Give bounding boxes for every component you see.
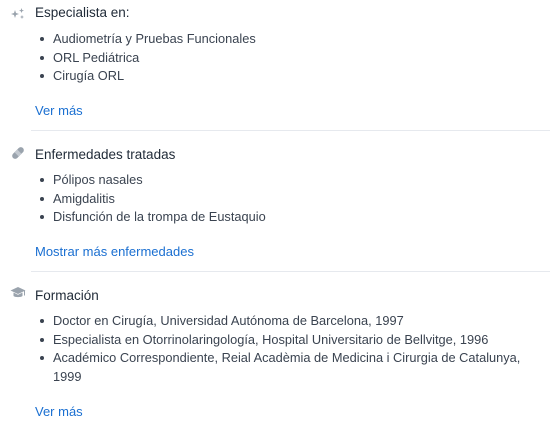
list-item: Pólipos nasales (39, 171, 547, 190)
show-more-diseases-link[interactable]: Mostrar más enfermedades (35, 244, 194, 259)
doctor-profile-details: Especialista en: Audiometría y Pruebas F… (0, 0, 550, 423)
list-item: Doctor en Cirugía, Universidad Autónoma … (39, 312, 547, 331)
specialties-list: Audiometría y Pruebas Funcionales ORL Pe… (39, 30, 547, 86)
list-item: Disfunción de la trompa de Eustaquio (39, 208, 547, 227)
list-item: Especialista en Otorrinolaringología, Ho… (39, 331, 547, 350)
list-item: Cirugía ORL (39, 67, 547, 86)
specialties-see-more-link[interactable]: Ver más (35, 103, 83, 118)
education-list: Doctor en Cirugía, Universidad Autónoma … (39, 312, 547, 386)
list-item: Amigdalitis (39, 190, 547, 209)
list-item: Académico Correspondiente, Reial Acadèmi… (39, 349, 547, 386)
list-item: Audiometría y Pruebas Funcionales (39, 30, 547, 49)
bandage-icon (10, 145, 26, 161)
sparkle-stars-icon (10, 6, 26, 22)
graduation-cap-icon (10, 285, 26, 301)
education-see-more-link[interactable]: Ver más (35, 404, 83, 419)
divider (31, 271, 550, 272)
diseases-title: Enfermedades tratadas (35, 147, 176, 162)
education-title: Formación (35, 288, 99, 303)
divider (31, 130, 550, 131)
diseases-list: Pólipos nasales Amigdalitis Disfunción d… (39, 171, 547, 227)
list-item: ORL Pediátrica (39, 49, 547, 68)
specialties-title: Especialista en: (35, 5, 130, 20)
